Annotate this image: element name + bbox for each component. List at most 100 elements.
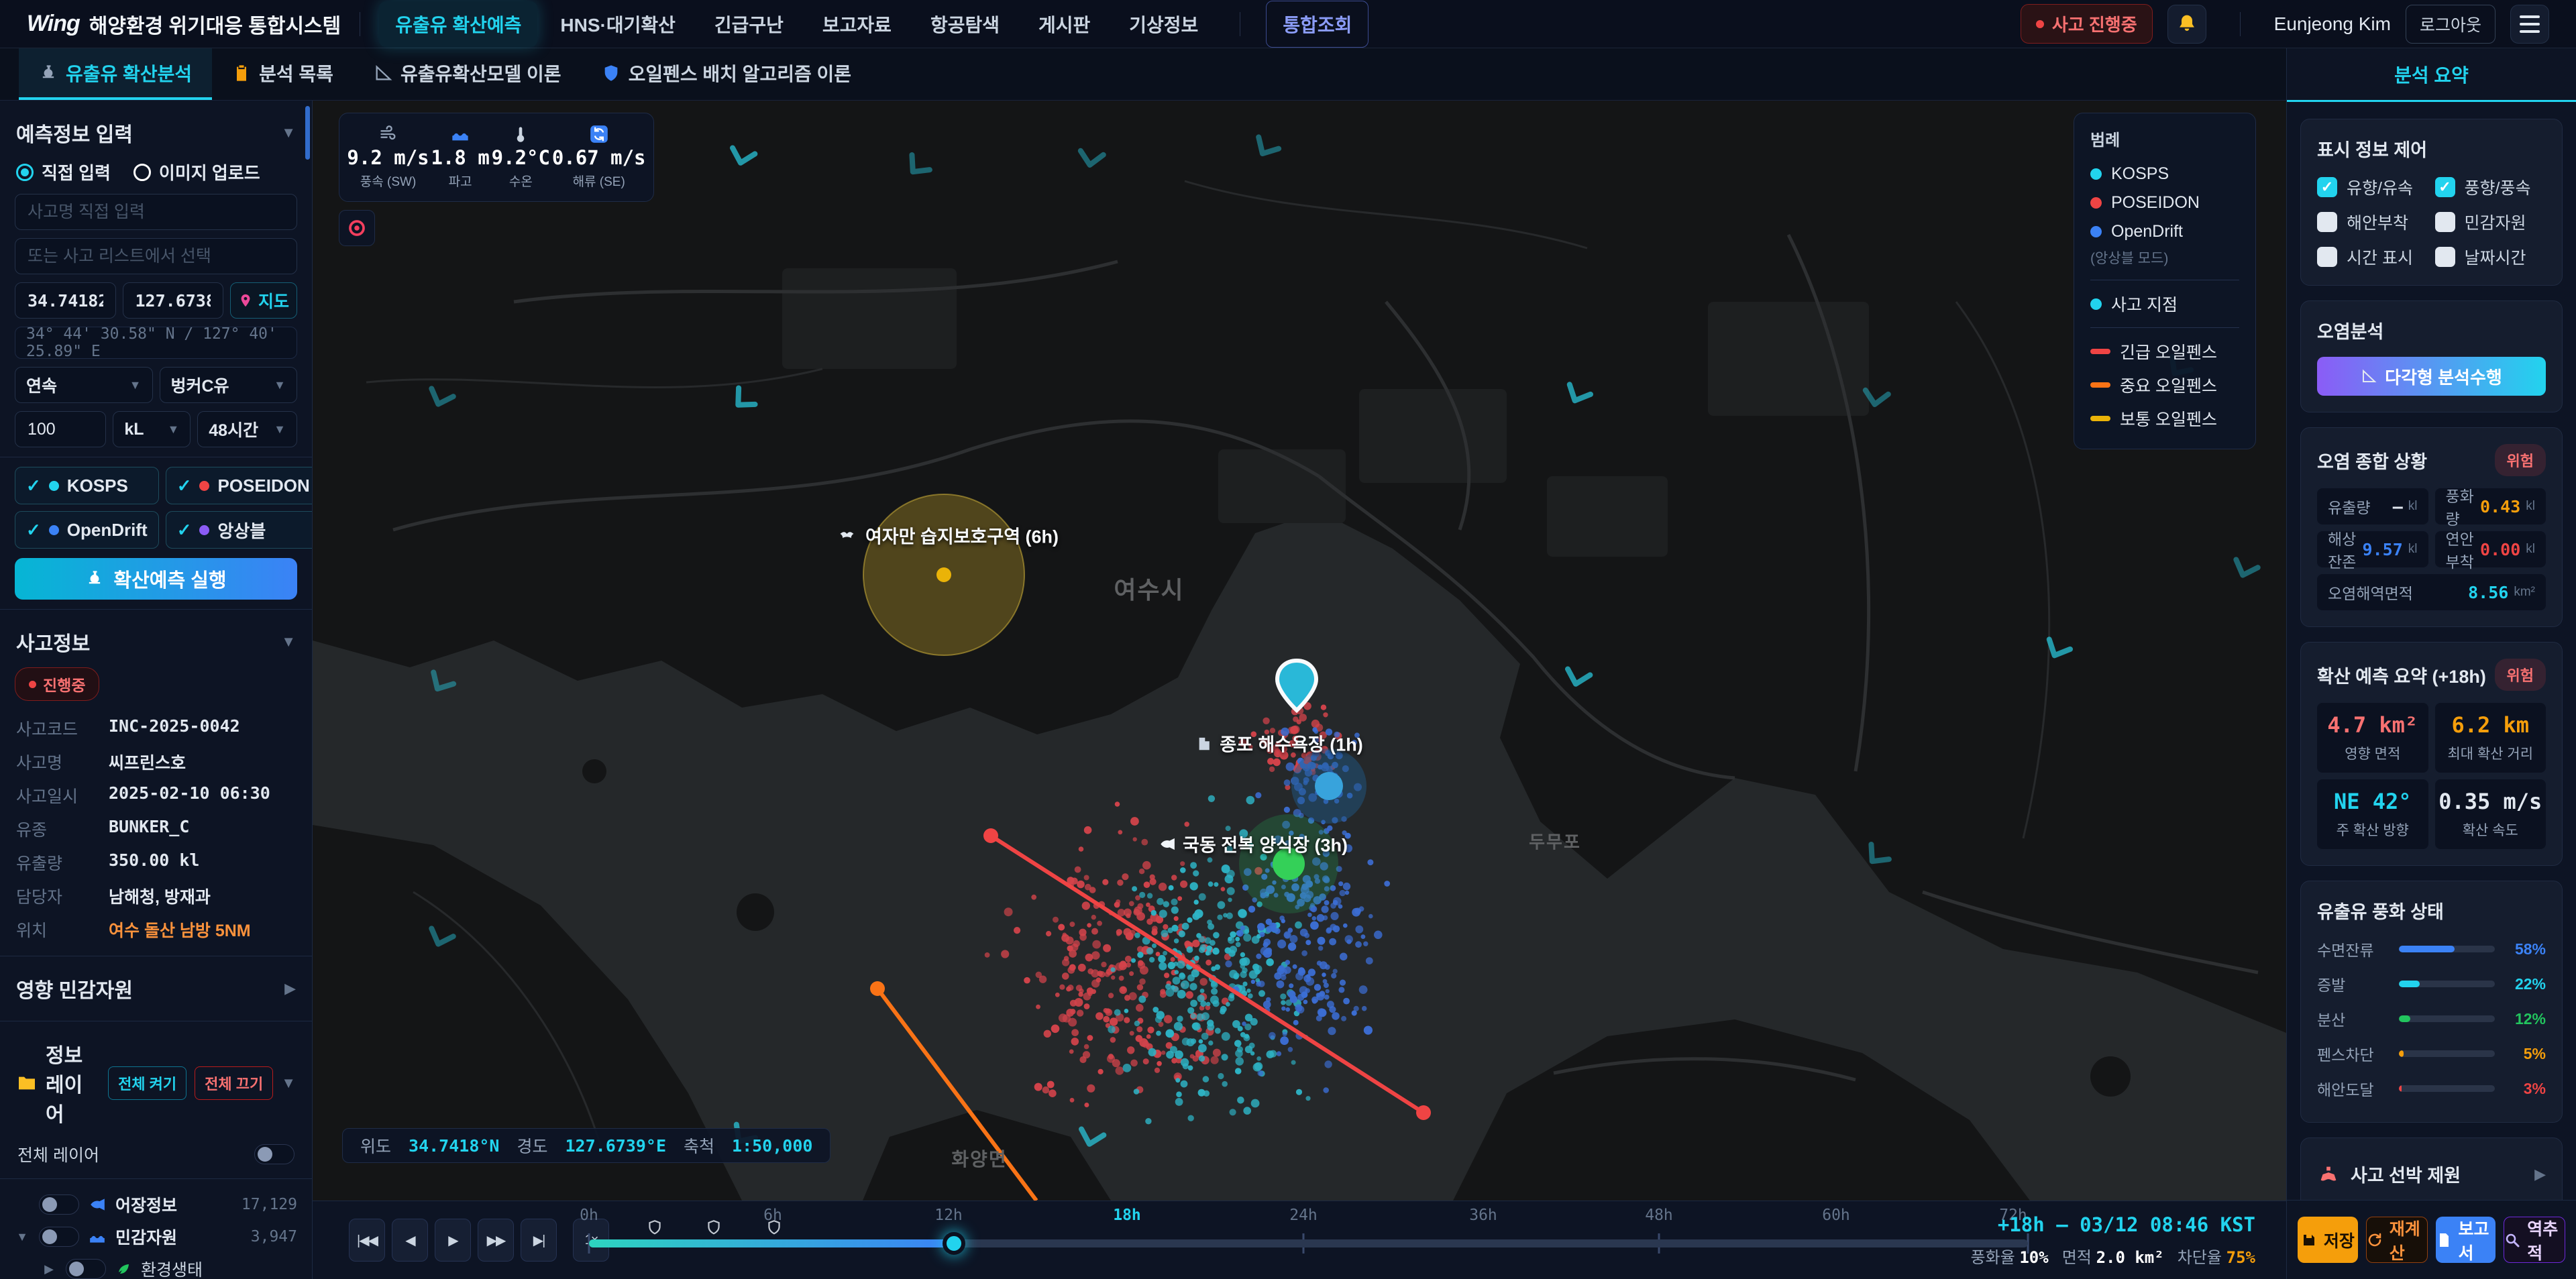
incident-list-input[interactable] (15, 238, 297, 274)
layer-toggle[interactable] (39, 1227, 79, 1247)
vessel-spec-card[interactable]: 사고 선박 제원 ▶ (2300, 1137, 2563, 1200)
chevron-right-icon: ▶ (2534, 1166, 2546, 1183)
expander-icon[interactable]: ▼ (15, 1230, 30, 1244)
display-control-card: 표시 정보 제어 ✓유향/유속 ✓풍향/풍속 해안부착 민감자원 시간 표시 날… (2300, 119, 2563, 286)
recalc-icon (2367, 1232, 2383, 1248)
timeline-track[interactable] (589, 1239, 2028, 1247)
save-button[interactable]: 저장 (2298, 1217, 2358, 1263)
sensitive-resources-header[interactable]: 영향 민감자원 ▶ (15, 966, 297, 1011)
layer-row-fisheries: 어장정보 17,129 (15, 1188, 297, 1221)
marker-wetland[interactable]: 여자만 습지보호구역 (6h) (839, 522, 1059, 549)
bird-icon (839, 525, 859, 545)
fence-event-shield-icon[interactable] (646, 1219, 663, 1236)
tab-analysis-list[interactable]: 분석 목록 (212, 48, 354, 100)
fence-line-swatch (2090, 416, 2110, 421)
layer-toggle[interactable] (39, 1194, 79, 1215)
weather-wind: 9.2 m/s 풍속 (SW) (347, 125, 429, 190)
nav-hns-diffusion[interactable]: HNS·대기확산 (544, 1, 691, 47)
forecast-direction: NE 42°주 확산 방향 (2317, 779, 2428, 849)
left-sidebar: 예측정보 입력 ▼ 직접 입력 이미지 업로드 지도 34° 44' 30.58… (0, 101, 313, 1279)
expander-icon[interactable]: ▶ (42, 1262, 56, 1276)
wave-icon (89, 1228, 106, 1245)
checkbox-wind[interactable]: ✓풍향/풍속 (2435, 175, 2546, 199)
wave-icon (451, 125, 470, 144)
longitude-input[interactable] (123, 282, 224, 319)
weather-widget: 9.2 m/s 풍속 (SW) 1.8 m 파고 9.2°C 수온 0.67 m… (339, 113, 654, 202)
checkbox-sensitive[interactable]: 민감자원 (2435, 210, 2546, 234)
legend-dot (2090, 168, 2102, 180)
fast-forward-button[interactable]: ▶▶ (478, 1219, 514, 1262)
incident-panel-header[interactable]: 사고정보 ▼ (15, 619, 297, 665)
latitude-input[interactable] (15, 282, 116, 319)
checkbox-shoreline[interactable]: 해안부착 (2317, 210, 2428, 234)
legend-ensemble-note: (앙상블 모드) (2090, 246, 2239, 273)
pick-on-map-button[interactable]: 지도 (230, 282, 297, 319)
unit-select[interactable]: kL▼ (113, 411, 191, 447)
marker-farm[interactable]: 국동 전복 양식장 (3h) (1159, 831, 1348, 857)
nav-weather-info[interactable]: 기상정보 (1113, 1, 1214, 47)
logout-button[interactable]: 로그아웃 (2406, 5, 2496, 44)
legend-incident-point: 사고 지점 (2090, 287, 2239, 321)
incident-name-input[interactable] (15, 194, 297, 230)
nav-aerial-search[interactable]: 항공탐색 (914, 1, 1016, 47)
duration-select[interactable]: 48시간▼ (197, 411, 297, 447)
menu-button[interactable] (2510, 5, 2549, 44)
pollution-analysis-card: 오염분석 다각형 분석수행 (2300, 300, 2563, 412)
marker-beach[interactable]: 종포 해수욕장 (1h) (1195, 730, 1363, 757)
radio-direct-input[interactable]: 직접 입력 (16, 160, 111, 184)
model-chip-kosps[interactable]: ✓ KOSPS (15, 467, 159, 504)
fence-event-shield-icon[interactable] (765, 1219, 783, 1236)
prediction-panel-header[interactable]: 예측정보 입력 ▼ (15, 110, 297, 156)
spill-type-select[interactable]: 연속▼ (15, 367, 153, 403)
checkbox-icon: ✓ (2317, 177, 2337, 197)
amount-input[interactable] (15, 411, 106, 447)
tab-diffusion-analysis[interactable]: 유출유 확산분석 (19, 48, 212, 100)
weather-temp: 9.2°C 수온 (492, 125, 550, 190)
layer-toggle[interactable] (66, 1259, 106, 1279)
skip-end-button[interactable]: ▶| (521, 1219, 557, 1262)
sidebar-scrollbar[interactable] (305, 106, 310, 160)
forecast-area: 4.7 km²영향 면적 (2317, 703, 2428, 773)
checkbox-time[interactable]: 시간 표시 (2317, 245, 2428, 269)
summary-tab[interactable]: 분석 요약 (2287, 48, 2576, 102)
radio-image-upload[interactable]: 이미지 업로드 (133, 160, 260, 184)
legend-dot (2090, 197, 2102, 209)
stat-beached: 연안부착0.00kl (2435, 531, 2546, 567)
incident-row: 유종BUNKER_C (15, 812, 297, 846)
run-prediction-button[interactable]: 확산예측 실행 (15, 558, 297, 600)
layers-all-off-button[interactable]: 전체 끄기 (195, 1066, 273, 1100)
timeline-current-time: +18h — 03/12 08:46 KST (1970, 1213, 2255, 1236)
fence-event-shield-icon[interactable] (705, 1219, 722, 1236)
map-viewport[interactable]: 여수시 화양면 두무포 여자만 습지보호구역 (6h) 종포 해수욕장 (1h)… (313, 101, 2286, 1201)
model-color-dot (49, 525, 59, 535)
layers-all-on-button[interactable]: 전체 켜기 (108, 1066, 186, 1100)
model-chip-poseidon[interactable]: ✓ POSEIDON (166, 467, 313, 504)
model-chip-ensemble[interactable]: ✓ 앙상블 (166, 511, 313, 549)
backtrack-button[interactable]: 역추적 (2504, 1217, 2565, 1263)
timeline-thumb[interactable] (943, 1232, 965, 1255)
tab-model-theory[interactable]: 유출유확산모델 이론 (354, 48, 582, 100)
nav-integrated-search[interactable]: 통합조회 (1266, 1, 1368, 48)
checkbox-current[interactable]: ✓유향/유속 (2317, 175, 2428, 199)
checkbox-datetime[interactable]: 날짜시간 (2435, 245, 2546, 269)
check-icon: ✓ (26, 476, 41, 496)
stat-polluted-area: 오염해역면적8.56km² (2317, 574, 2546, 610)
notifications-button[interactable] (2167, 5, 2206, 44)
polygon-analysis-button[interactable]: 다각형 분석수행 (2317, 357, 2546, 396)
nav-emergency-rescue[interactable]: 긴급구난 (698, 1, 800, 47)
nav-oil-spill-prediction[interactable]: 유출유 확산예측 (379, 1, 537, 47)
nav-board[interactable]: 게시판 (1022, 1, 1106, 47)
skip-start-button[interactable]: |◀◀ (349, 1219, 385, 1262)
model-chip-opendrift[interactable]: ✓ OpenDrift (15, 511, 159, 549)
step-back-button[interactable]: ◀ (392, 1219, 428, 1262)
oil-type-select[interactable]: 벙커C유▼ (160, 367, 298, 403)
recalculate-button[interactable]: 재계산 (2366, 1217, 2428, 1263)
target-icon (347, 218, 367, 238)
nav-reports[interactable]: 보고자료 (806, 1, 908, 47)
tab-boom-algorithm-theory[interactable]: 오일펜스 배치 알고리즘 이론 (582, 48, 871, 100)
layer-tree: 어장정보 17,129 ▼ 민감자원 3,947 ▶ 환경생태 ▶ 사회경제 ▼… (15, 1188, 297, 1279)
master-layer-toggle[interactable] (254, 1144, 294, 1164)
recenter-button[interactable] (339, 210, 375, 246)
report-button[interactable]: 보고서 (2436, 1217, 2496, 1263)
play-button[interactable]: ▶ (435, 1219, 471, 1262)
